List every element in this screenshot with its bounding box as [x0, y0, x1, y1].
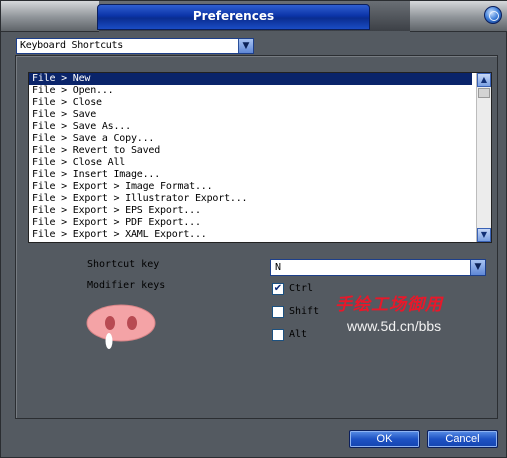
- title-bar-left-cap: [1, 1, 99, 32]
- alt-label: Alt: [289, 329, 308, 340]
- shortcut-key-value: N: [275, 262, 282, 273]
- window-title: Preferences: [192, 9, 275, 23]
- scroll-down-arrow-icon[interactable]: ▼: [477, 228, 491, 242]
- list-item[interactable]: File > Export > Illustrator Export...: [29, 193, 472, 205]
- preferences-window: Preferences Keyboard Shortcuts ▼ File > …: [0, 0, 507, 458]
- pig-nose-icon: [86, 304, 156, 349]
- category-dropdown-value: Keyboard Shortcuts: [20, 40, 123, 51]
- alt-checkbox[interactable]: [272, 329, 284, 341]
- shortcut-key-label: Shortcut key: [87, 259, 160, 270]
- list-item[interactable]: File > Save: [29, 109, 472, 121]
- watermark-chinese-text: 手绘工场御用: [335, 295, 443, 315]
- list-item[interactable]: File > Close All: [29, 157, 472, 169]
- scrollbar-thumb[interactable]: [478, 88, 490, 98]
- chevron-down-icon[interactable]: ▼: [238, 39, 253, 53]
- shift-label: Shift: [289, 306, 320, 317]
- list-item[interactable]: File > Close: [29, 97, 472, 109]
- list-item[interactable]: File > Save As...: [29, 121, 472, 133]
- list-item[interactable]: File > Export > Image Format...: [29, 181, 472, 193]
- list-item[interactable]: File > Export > PDF Export...: [29, 217, 472, 229]
- shortcut-list-rows: File > New File > Open... File > Close File…: [29, 73, 491, 241]
- list-item[interactable]: File > Export > XAML Export...: [29, 229, 472, 241]
- shortcut-list[interactable]: File > New File > Open... File > Close File…: [28, 72, 492, 243]
- checkmark-icon: ✔: [273, 283, 283, 294]
- list-item[interactable]: File > Insert Image...: [29, 169, 472, 181]
- ok-button[interactable]: OK: [349, 430, 420, 448]
- category-dropdown[interactable]: Keyboard Shortcuts ▼: [16, 38, 254, 54]
- list-scrollbar[interactable]: ▲ ▼: [476, 73, 491, 242]
- chevron-down-icon[interactable]: ▼: [470, 260, 485, 275]
- modifier-keys-label: Modifier keys: [87, 280, 166, 291]
- ctrl-checkbox[interactable]: ✔: [272, 283, 284, 295]
- watermark-url: www.5d.cn/bbs: [347, 318, 442, 334]
- list-item[interactable]: File > Save a Copy...: [29, 133, 472, 145]
- close-button[interactable]: [484, 6, 502, 24]
- scroll-up-arrow-icon[interactable]: ▲: [477, 73, 491, 87]
- ctrl-label: Ctrl: [289, 283, 314, 294]
- list-item[interactable]: File > New: [29, 73, 472, 85]
- list-item[interactable]: File > Open...: [29, 85, 472, 97]
- title-bar[interactable]: Preferences: [1, 1, 507, 32]
- list-item[interactable]: File > Revert to Saved: [29, 145, 472, 157]
- cancel-button[interactable]: Cancel: [427, 430, 498, 448]
- shortcut-key-dropdown[interactable]: N ▼: [270, 259, 486, 276]
- list-item[interactable]: File > Export > EPS Export...: [29, 205, 472, 217]
- shift-checkbox[interactable]: [272, 306, 284, 318]
